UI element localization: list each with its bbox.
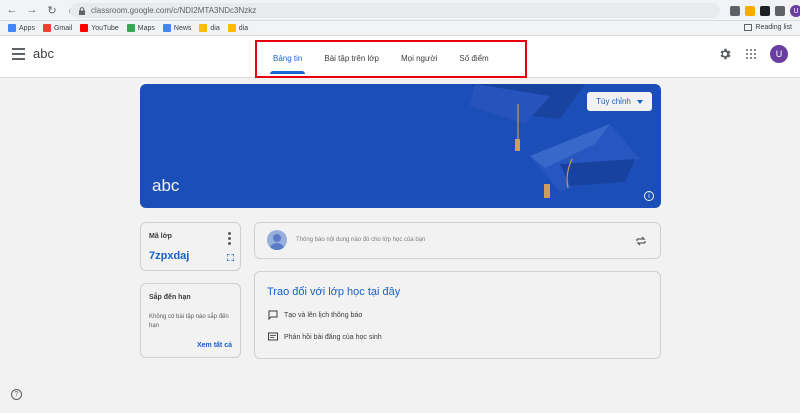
repost-icon[interactable] <box>635 235 647 247</box>
bookmark-dia-2[interactable]: dia <box>227 24 248 32</box>
tab-grades[interactable]: Số điểm <box>448 39 499 77</box>
extension-icon[interactable] <box>745 6 755 16</box>
bookmark-icon <box>199 24 208 32</box>
browser-toolbar: ← → ↻ ⌂ classroom.google.com/c/NDI2MTA3N… <box>0 0 800 21</box>
class-code-card: Mã lớp 7zpxdaj <box>140 222 241 271</box>
gear-icon[interactable] <box>718 47 732 61</box>
lock-icon <box>79 6 85 15</box>
header-actions: U <box>718 45 788 63</box>
class-tabs: Bảng tin Bài tập trên lớp Mọi người Số đ… <box>262 39 500 77</box>
upcoming-description: Không có bài tập nào sắp đến hạn <box>149 314 229 329</box>
url-text: classroom.google.com/c/NDI2MTA3NDc3Nzkz <box>91 6 257 15</box>
google-apps-icon[interactable] <box>746 49 756 59</box>
tab-people[interactable]: Mọi người <box>390 39 448 77</box>
comment-icon <box>268 332 278 341</box>
extension-icon[interactable] <box>760 6 770 16</box>
announcement-icon <box>268 310 278 320</box>
classroom-header: abc Bảng tin Bài tập trên lớp Mọi người … <box>0 36 800 78</box>
bookmark-dia-1[interactable]: dia <box>199 24 220 32</box>
fullscreen-icon[interactable] <box>227 254 234 261</box>
communicate-title: Trao đổi với lớp học tại đây <box>267 286 401 298</box>
communicate-card: Trao đổi với lớp học tại đây Tạo và lên … <box>254 271 661 359</box>
class-name[interactable]: abc <box>33 46 54 61</box>
menu-icon[interactable] <box>12 48 25 60</box>
announcement-composer[interactable]: Thông báo nội dung nào đó cho lớp học củ… <box>254 222 661 259</box>
bookmark-news[interactable]: News <box>162 24 191 32</box>
class-banner: Tùy chỉnh abc i <box>140 84 661 208</box>
bookmark-apps[interactable]: Apps <box>8 24 35 32</box>
avatar[interactable]: U <box>770 45 788 63</box>
respond-posts-item: Phản hồi bài đăng của học sinh <box>268 332 382 342</box>
graduation-cap-illustration <box>470 84 640 198</box>
translate-icon[interactable] <box>730 6 740 16</box>
forward-arrow-icon[interactable]: → <box>24 2 40 18</box>
upcoming-title: Sắp đến hạn <box>149 294 191 301</box>
dropdown-arrow-icon <box>636 99 643 104</box>
reading-list-icon <box>744 24 753 31</box>
banner-class-title: abc <box>152 176 180 195</box>
address-bar[interactable]: classroom.google.com/c/NDI2MTA3NDc3Nzkz <box>70 3 720 18</box>
browser-profile-avatar[interactable]: U <box>790 5 800 17</box>
gmail-icon <box>42 24 51 32</box>
info-icon[interactable]: i <box>644 191 654 201</box>
maps-icon <box>126 24 135 32</box>
reading-list[interactable]: Reading list <box>744 24 792 31</box>
class-code-value: 7zpxdaj <box>149 250 190 262</box>
upcoming-card: Sắp đến hạn Không có bài tập nào sắp đến… <box>140 283 241 358</box>
customize-button[interactable]: Tùy chỉnh <box>587 92 652 111</box>
tab-classwork[interactable]: Bài tập trên lớp <box>313 39 390 77</box>
tab-stream[interactable]: Bảng tin <box>262 39 313 77</box>
more-vert-icon[interactable] <box>228 232 231 245</box>
announcement-placeholder: Thông báo nội dung nào đó cho lớp học củ… <box>296 237 426 243</box>
news-icon <box>162 24 171 32</box>
bookmarks-bar: Apps Gmail YouTube Maps News dia dia Rea… <box>0 21 800 36</box>
reload-icon[interactable]: ↻ <box>44 2 60 18</box>
user-avatar-icon <box>267 230 287 250</box>
bookmark-maps[interactable]: Maps <box>126 24 155 32</box>
view-all-link[interactable]: Xem tất cả <box>197 342 232 349</box>
puzzle-icon[interactable] <box>775 6 785 16</box>
help-icon[interactable]: ? <box>11 389 22 400</box>
class-code-label: Mã lớp <box>149 233 172 240</box>
bookmark-youtube[interactable]: YouTube <box>80 24 119 32</box>
youtube-icon <box>80 24 89 32</box>
bookmark-icon <box>227 24 236 32</box>
apps-grid-icon <box>8 24 16 32</box>
bookmark-gmail[interactable]: Gmail <box>42 24 72 32</box>
back-arrow-icon[interactable]: ← <box>4 2 20 18</box>
create-announcement-item: Tạo và lên lịch thông báo <box>268 310 362 320</box>
extensions-area: U ⋮ <box>730 3 800 19</box>
